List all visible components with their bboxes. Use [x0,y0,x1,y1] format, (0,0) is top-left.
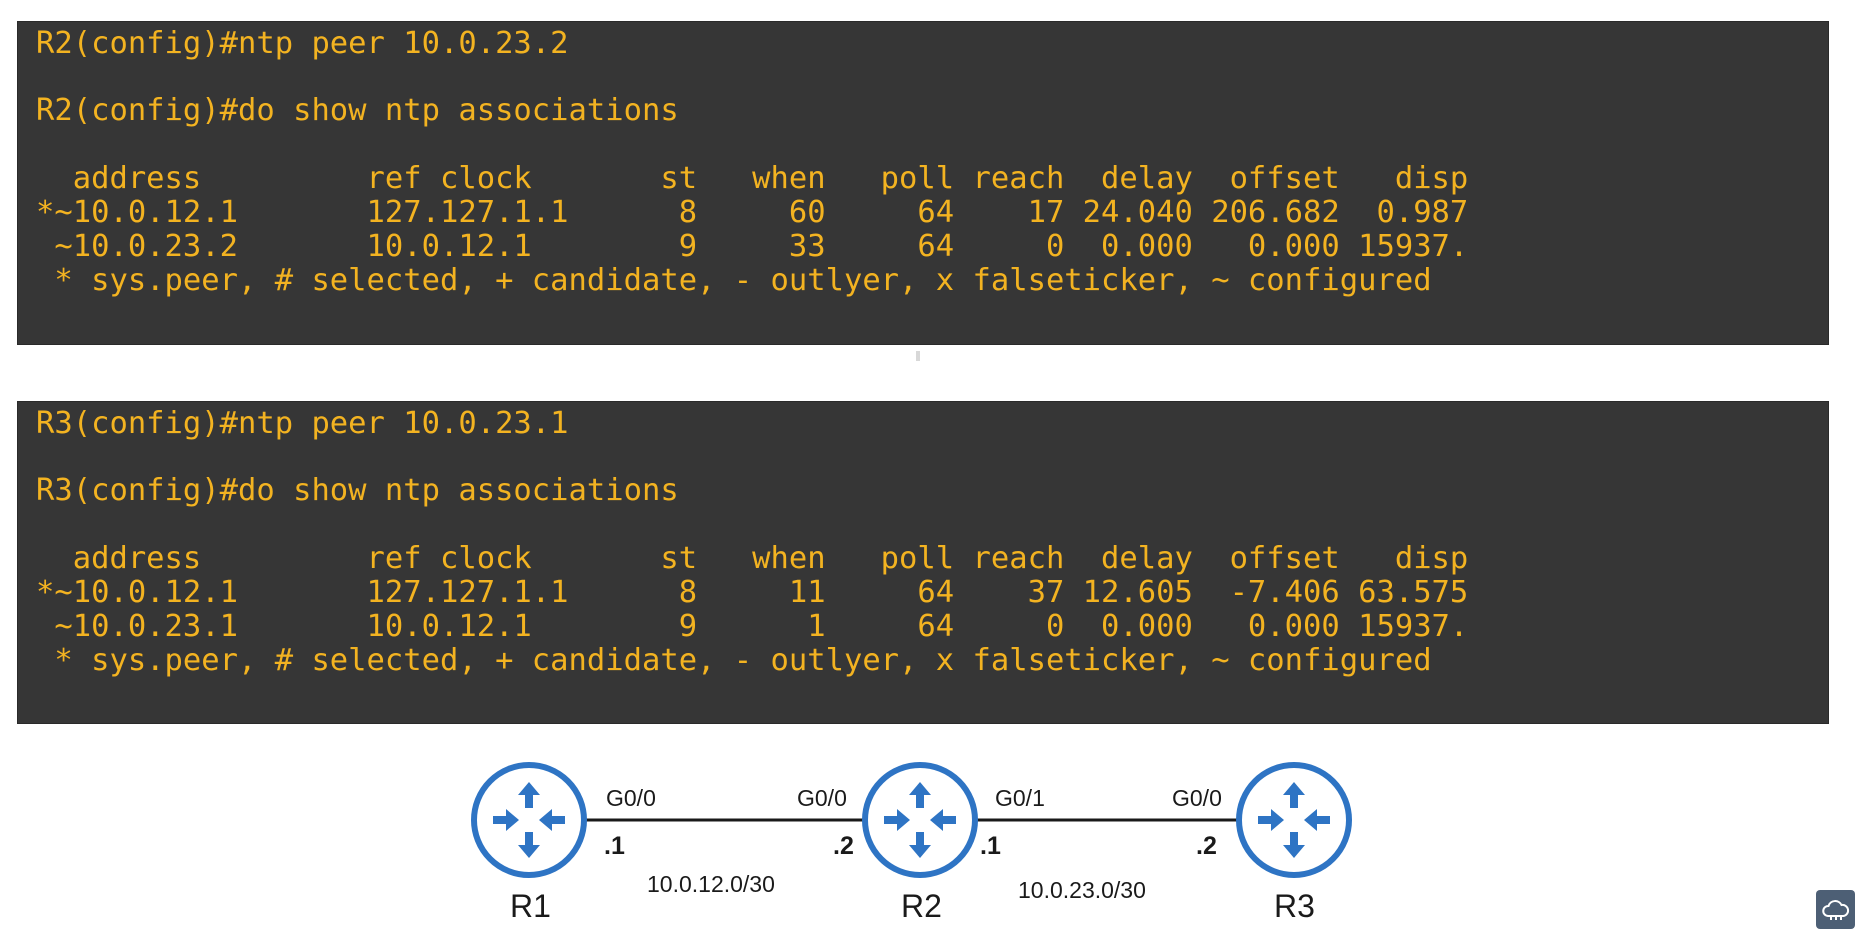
terminal-line: ~10.0.23.2 10.0.12.1 9 33 64 0 0.000 0.0… [36,229,1469,264]
router-name-r1: R1 [510,888,551,924]
router-name-r3: R3 [1274,888,1315,924]
terminal-line: R3(config)#ntp peer 10.0.23.1 [36,406,569,441]
router-icon [471,762,587,878]
r2-interface-label: G0/1 [995,785,1045,811]
terminal-line: address ref clock st when poll reach del… [36,161,1469,196]
terminal-line: * sys.peer, # selected, + candidate, - o… [36,643,1432,678]
terminal-panel-r2: R2(config)#ntp peer 10.0.23.2 R2(config)… [17,21,1829,345]
r1-host-label: .1 [604,832,625,860]
terminal-line: ~10.0.23.1 10.0.12.1 9 1 64 0 0.000 0.00… [36,609,1469,644]
terminal-line: R3(config)#do show ntp associations [36,473,679,508]
terminal-panel-r3: R3(config)#ntp peer 10.0.23.1 R3(config)… [17,401,1829,724]
r3-interface-label: G0/0 [1172,785,1222,811]
terminal-line: *~10.0.12.1 127.127.1.1 8 11 64 37 12.60… [36,575,1469,610]
terminal-line: * sys.peer, # selected, + candidate, - o… [36,263,1432,298]
terminal-line: *~10.0.12.1 127.127.1.1 8 60 64 17 24.04… [36,195,1469,230]
router-icon [862,762,978,878]
r2-interface-label: G0/0 [797,785,847,811]
subnet-label: 10.0.23.0/30 [1018,877,1146,903]
cloud-network-icon[interactable] [1816,890,1855,929]
slide-divider-mark [916,351,920,361]
router-icon [1236,762,1352,878]
r1-interface-label: G0/0 [606,785,656,811]
r3-host-label: .2 [1196,832,1217,860]
r2-host-label: .1 [980,832,1001,860]
terminal-line: R2(config)#ntp peer 10.0.23.2 [36,26,569,61]
terminal-line: address ref clock st when poll reach del… [36,541,1469,576]
r2-host-label: .2 [833,832,854,860]
terminal-line: R2(config)#do show ntp associations [36,93,679,128]
router-name-r2: R2 [901,888,942,924]
subnet-label: 10.0.12.0/30 [647,871,775,897]
